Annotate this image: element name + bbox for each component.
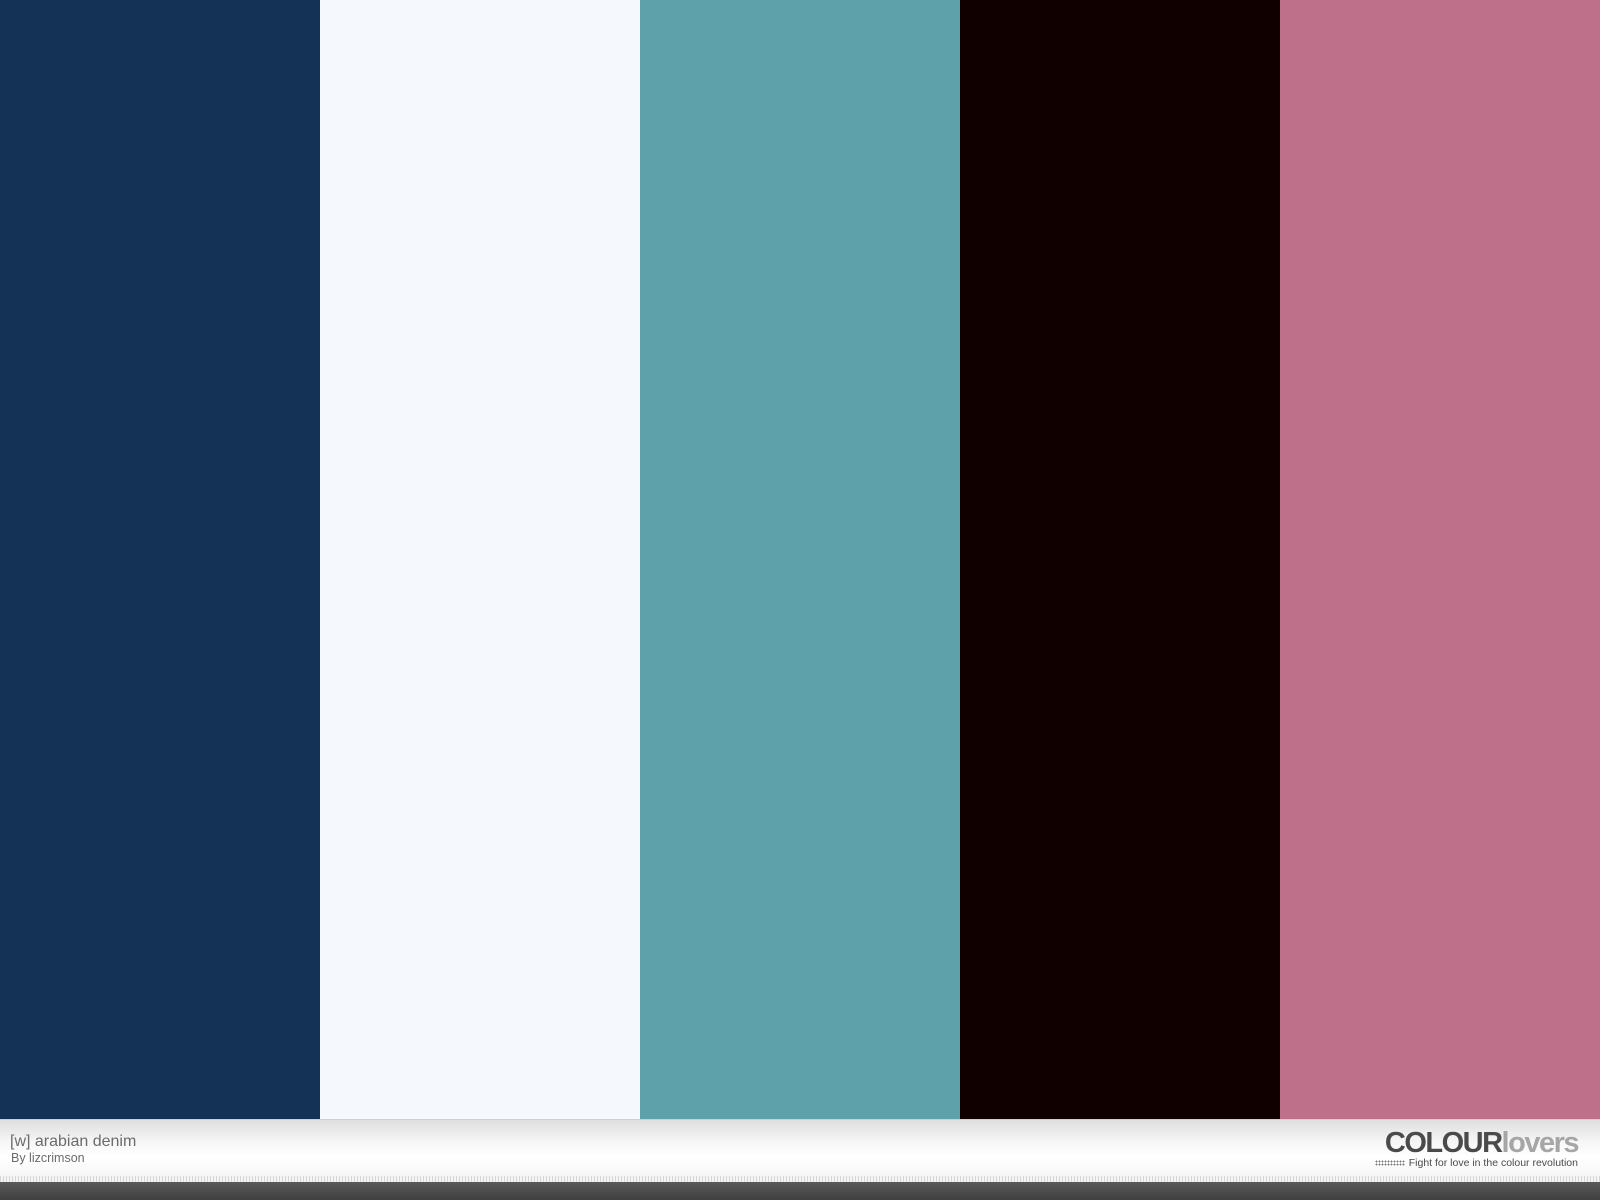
swatch-5[interactable]: [1280, 0, 1600, 1119]
swatch-4[interactable]: [960, 0, 1280, 1119]
logo-wordmark-light: lovers: [1501, 1127, 1580, 1159]
palette-author: By lizcrimson: [11, 1151, 85, 1165]
dotted-line-icon: [1374, 1160, 1405, 1166]
logo-tagline: Fight for love in the colour revolution: [1408, 1157, 1578, 1169]
color-swatches: [0, 0, 1600, 1119]
palette-title: [w] arabian denim: [10, 1133, 137, 1150]
bottom-bar: [0, 1182, 1600, 1200]
palette-page: [w] arabian denim By lizcrimson COLOURlo…: [0, 0, 1600, 1200]
logo-wordmark-strong: COLOUR: [1384, 1127, 1503, 1159]
logo-tagline-row: Fight for love in the colour revolution: [1374, 1156, 1578, 1170]
logo-wordmark: COLOURlovers: [1384, 1127, 1580, 1159]
colourlovers-logo[interactable]: COLOURlovers Fight for love in the colou…: [1338, 1127, 1580, 1170]
swatch-3[interactable]: [640, 0, 960, 1119]
swatch-2[interactable]: [320, 0, 640, 1119]
swatch-1[interactable]: [0, 0, 320, 1119]
